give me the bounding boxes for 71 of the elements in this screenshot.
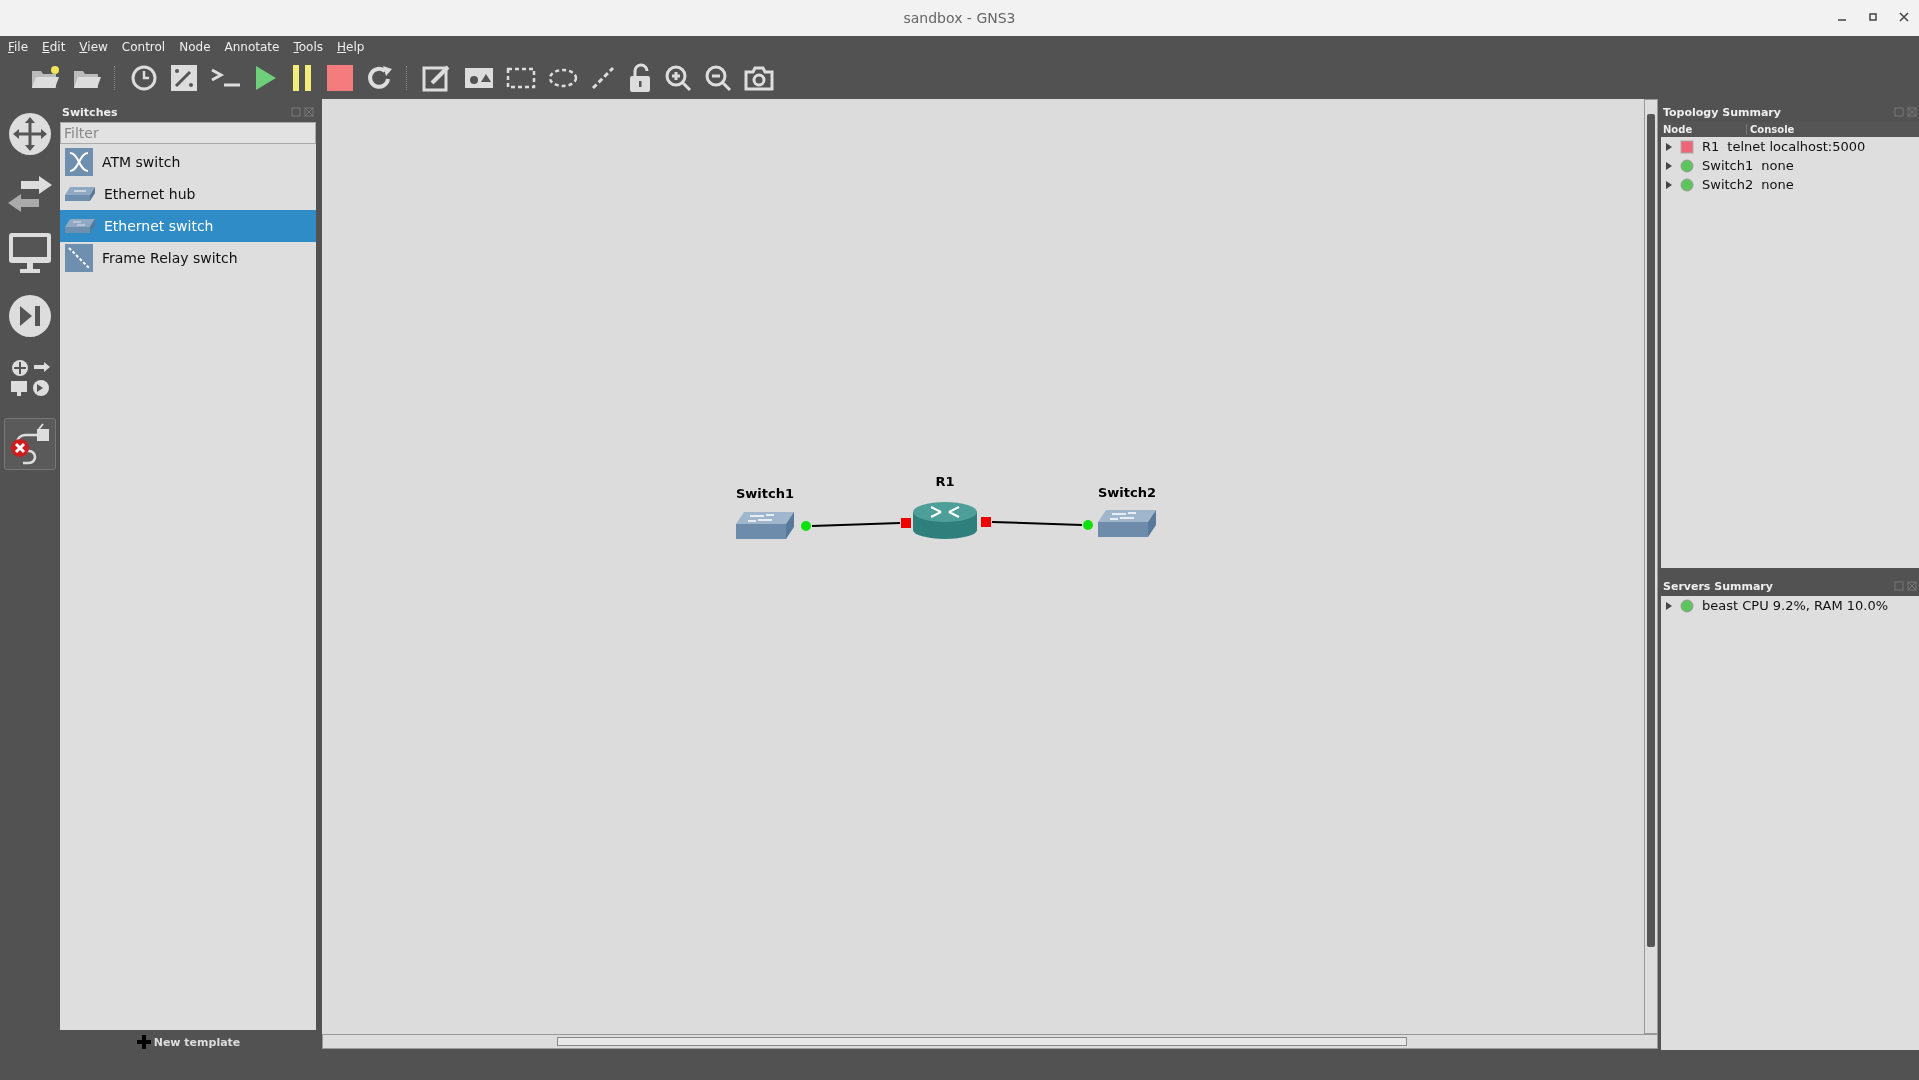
column-header[interactable]: Console (1747, 124, 1795, 135)
node-name: Switch2 (1702, 177, 1754, 192)
menu-item[interactable]: Tools (293, 40, 324, 54)
topology-canvas[interactable]: Switch1 R1 Switch2 (322, 99, 1644, 1034)
switch-node-icon[interactable] (1098, 510, 1156, 537)
clock-icon[interactable] (130, 64, 158, 92)
switch-arrows-icon[interactable] (7, 176, 53, 212)
device-template-item[interactable]: ATM switch (60, 146, 316, 178)
console-value: none (1761, 177, 1794, 192)
all-devices-icon[interactable] (8, 358, 52, 398)
dock-title: Servers Summary (1663, 579, 1773, 593)
add-link-button[interactable] (4, 418, 56, 470)
node-label: Switch2 (1097, 485, 1157, 500)
menu-item[interactable]: File (8, 40, 29, 54)
node-name: Switch1 (1702, 158, 1754, 173)
ellipse-icon[interactable] (548, 66, 578, 90)
router-icon[interactable] (8, 112, 52, 156)
open-project-icon[interactable] (30, 65, 60, 91)
plus-icon (135, 1034, 152, 1050)
device-template-item[interactable]: Frame Relay switch (60, 242, 316, 274)
frame-relay-icon (64, 243, 94, 273)
dock-title: Topology Summary (1663, 105, 1781, 119)
image-icon[interactable] (464, 66, 494, 90)
camera-icon[interactable] (744, 65, 774, 91)
node-name: R1 (1702, 139, 1720, 154)
switch-node-icon[interactable] (736, 512, 794, 539)
link-line[interactable] (811, 522, 901, 527)
atm-switch-icon (64, 147, 94, 177)
filter-field[interactable]: Filter (60, 122, 316, 144)
horizontal-scrollbar[interactable] (322, 1034, 1658, 1049)
menu-item[interactable]: Control (121, 40, 166, 54)
expand-arrow-icon[interactable] (1666, 142, 1672, 151)
expand-arrow-icon[interactable] (1666, 601, 1672, 610)
menu-item[interactable]: Annotate (224, 40, 280, 54)
console-icon[interactable] (210, 67, 242, 89)
zoom-in-icon[interactable] (664, 64, 692, 92)
console-value: none (1761, 158, 1794, 173)
server-status: beast CPU 9.2%, RAM 10.0% (1702, 598, 1889, 613)
link-line[interactable] (991, 521, 1083, 526)
node-label: R1 (935, 474, 955, 489)
close-icon[interactable] (1899, 12, 1909, 22)
expand-arrow-icon[interactable] (1666, 161, 1672, 170)
window-title: sandbox - GNS3 (903, 10, 1016, 26)
new-template-button[interactable]: New template (135, 1034, 241, 1050)
expand-arrow-icon[interactable] (1666, 180, 1672, 189)
device-template-item[interactable]: Ethernet switch (60, 210, 316, 242)
edit-note-icon[interactable] (422, 64, 452, 92)
menu-item[interactable]: View (79, 40, 108, 54)
reload-icon[interactable] (366, 64, 394, 92)
column-header[interactable]: Node (1661, 124, 1747, 135)
menu-item[interactable]: Node (179, 40, 211, 54)
unlock-icon[interactable] (628, 63, 652, 93)
console-value: telnet localhost:5000 (1727, 139, 1866, 154)
device-template-item[interactable]: Ethernet hub (60, 178, 316, 210)
pause-icon[interactable] (290, 64, 314, 92)
router-node-icon[interactable] (913, 502, 977, 539)
play-icon[interactable] (254, 64, 278, 92)
switch-icon (64, 218, 96, 234)
menu-item[interactable]: Help (337, 40, 365, 54)
hub-icon (64, 186, 96, 202)
node-label: Switch1 (735, 486, 795, 501)
zoom-out-icon[interactable] (704, 64, 732, 92)
line-icon[interactable] (590, 65, 616, 91)
menu-item[interactable]: Edit (42, 40, 66, 54)
dock-title: Switches (62, 105, 118, 119)
vertical-scrollbar[interactable] (1644, 99, 1658, 1034)
maximize-icon[interactable] (1869, 13, 1877, 21)
play-pause-icon[interactable] (8, 294, 52, 338)
rectangle-icon[interactable] (506, 66, 536, 90)
stop-icon[interactable] (326, 64, 354, 92)
monitor-icon[interactable] (8, 232, 52, 274)
